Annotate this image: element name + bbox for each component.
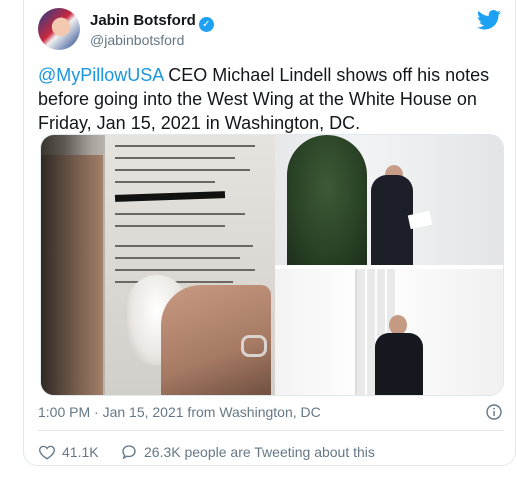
tweet-timestamp[interactable]: 1:00 PM · Jan 15, 2021 from Washington, … xyxy=(38,404,321,420)
twitter-bird-icon[interactable] xyxy=(477,10,501,30)
like-count: 41.1K xyxy=(62,444,99,460)
like-stat[interactable]: 41.1K xyxy=(38,443,99,461)
verified-badge-icon: ✓ xyxy=(198,17,214,32)
photo-west-wing-1[interactable] xyxy=(275,135,503,265)
heart-icon xyxy=(39,445,55,460)
tweet-text: @MyPillowUSA CEO Michael Lindell shows o… xyxy=(38,63,506,135)
photo-notes[interactable] xyxy=(41,135,275,395)
photo-west-wing-2[interactable] xyxy=(275,269,503,395)
author-name[interactable]: Jabin Botsford xyxy=(90,12,196,29)
author-name-row[interactable]: Jabin Botsford ✓ xyxy=(90,12,214,32)
media-grid xyxy=(40,134,504,396)
ring-shape xyxy=(241,335,267,357)
avatar[interactable] xyxy=(38,8,80,50)
tweeting-stat[interactable]: 26.3K people are Tweeting about this xyxy=(120,443,375,461)
divider xyxy=(38,430,504,431)
hand-shape xyxy=(41,155,103,395)
comment-icon xyxy=(122,445,136,460)
tweet-card: Jabin Botsford ✓ @jabinbotsford @MyPillow… xyxy=(23,0,516,466)
info-icon[interactable] xyxy=(486,404,502,420)
mention-link[interactable]: @MyPillowUSA xyxy=(38,65,163,85)
tweeting-count: 26.3K people are Tweeting about this xyxy=(144,444,375,460)
author-handle[interactable]: @jabinbotsford xyxy=(90,32,184,48)
